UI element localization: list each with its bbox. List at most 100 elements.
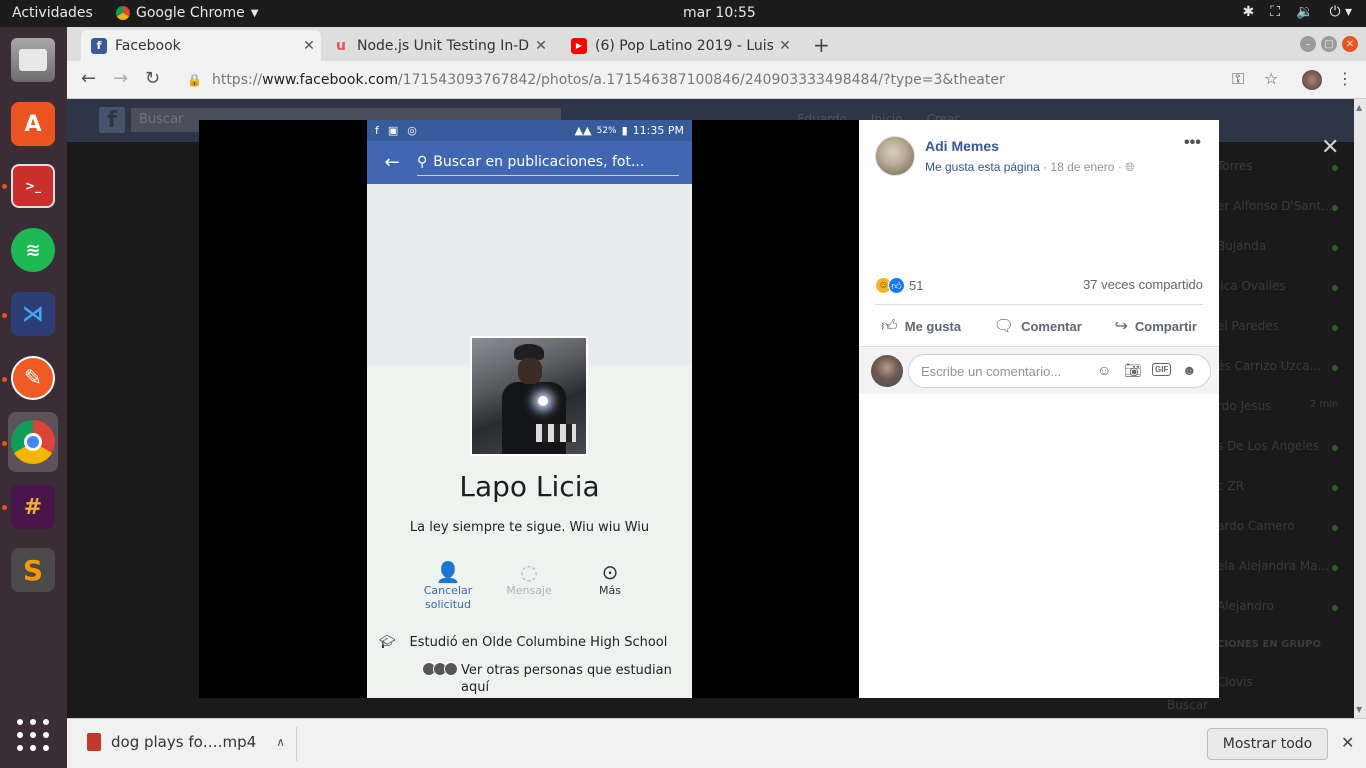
post-panel: Adi Memes Me gusta esta página · 18 de e… (859, 120, 1219, 698)
reload-icon[interactable]: ↻ (145, 68, 160, 89)
url-domain: www.facebook.com (262, 72, 398, 88)
reactions-summary[interactable]: ☺ 👍︎ 51 (875, 277, 923, 294)
address-bar[interactable]: 🔒 https://www.facebook.com/1715430937678… (187, 67, 1227, 93)
chat-search-input[interactable]: Buscar (1167, 698, 1208, 712)
tab-facebook[interactable]: f Facebook ✕ (81, 30, 321, 61)
page-name-link[interactable]: Adi Memes (925, 138, 999, 154)
message-action: ◌ Mensaje (489, 560, 569, 598)
action-label: Cancelar solicitud (423, 584, 473, 611)
new-tab-button[interactable]: + (813, 33, 830, 57)
key-icon[interactable]: ⚿ (1232, 69, 1244, 89)
minimize-icon[interactable]: – (1300, 36, 1316, 52)
chat-contact[interactable]: lica Ovalles (1217, 279, 1286, 293)
post-actions: 👍︎ Me gusta 🗨︎ Comentar ↪ Compartir (875, 308, 1203, 344)
dock-sublime[interactable]: S (8, 545, 58, 595)
chevron-up-icon[interactable]: ∧ (276, 735, 285, 749)
facebook-logo-icon[interactable]: f (99, 107, 125, 133)
dock-slack[interactable]: # (8, 482, 58, 532)
slack-tray-icon[interactable]: ✱ (1242, 4, 1254, 20)
dock-spotify[interactable]: ≋ (8, 225, 58, 275)
volume-icon[interactable]: 🔉 (1296, 4, 1313, 20)
close-tab-icon[interactable]: ✕ (297, 38, 321, 54)
like-page-link[interactable]: Me gusta esta página (925, 160, 1040, 174)
chat-sidebar-dimmed: Torres er Alfonso D'Sant... Bujanda lica Ov… (1167, 142, 1354, 718)
like-button[interactable]: 👍︎ Me gusta (875, 308, 967, 344)
classmates-row: Ver otras personas que estudian aquí (422, 662, 692, 696)
chat-contact[interactable]: rdo Jesus (1217, 399, 1272, 413)
sticker-icon[interactable]: ☻ (1182, 362, 1197, 378)
app-menu[interactable]: Google Chrome ▼ (116, 5, 258, 21)
globe-icon: 🌐︎ (1125, 160, 1135, 174)
close-tab-icon[interactable]: ✕ (529, 38, 553, 54)
chat-contact[interactable]: CIONES EN GRUPO (1217, 639, 1321, 650)
profile-actions: 👤 Cancelar solicitud ◌ Mensaje ⊙ Más (367, 560, 692, 620)
battery-level: 52% (596, 125, 617, 136)
chat-contact[interactable]: és Carrizo Uzca... (1217, 359, 1321, 373)
more-options-icon[interactable]: ••• (1184, 134, 1201, 152)
downloads-shelf: dog plays fo….mp4 ∧ Mostrar todo ✕ (67, 718, 1366, 768)
page-avatar[interactable] (875, 136, 915, 176)
battery-icon: ▮ (621, 124, 628, 137)
close-theater-icon[interactable]: ✕ (1321, 135, 1339, 160)
share-button[interactable]: ↪ Compartir (1108, 308, 1203, 344)
camera-icon[interactable]: 📷︎ (1124, 362, 1142, 379)
profile-avatar[interactable] (1302, 70, 1322, 90)
chat-contact[interactable]: s De Los Angeles (1217, 439, 1319, 453)
gif-icon[interactable]: GIF (1152, 363, 1172, 376)
close-tab-icon[interactable]: ✕ (773, 38, 797, 54)
chat-contact[interactable]: Bujanda (1217, 239, 1266, 253)
chat-contact[interactable]: Clovis (1217, 675, 1253, 689)
maximize-icon[interactable]: □ (1321, 36, 1337, 52)
scroll-up-icon[interactable]: ▲ (1356, 103, 1362, 112)
chat-contact[interactable]: el Paredes (1217, 319, 1279, 333)
dock-postman[interactable]: ✎ (8, 353, 58, 403)
activities-button[interactable]: Actividades (12, 5, 93, 21)
divider (296, 727, 297, 761)
tab-nodejs[interactable]: u Node.js Unit Testing In-De ✕ (323, 30, 553, 61)
dock-files[interactable] (8, 35, 58, 85)
system-tray[interactable]: ✱ ⛶ 🔉 ⏻ ▾ (1242, 4, 1352, 20)
dock-software[interactable]: A (8, 99, 58, 149)
post-date[interactable]: 18 de enero (1050, 160, 1114, 174)
comment-composer: Escribe un comentario... ☺ 📷︎ GIF ☻ (859, 346, 1219, 394)
page-scrollbar[interactable]: ▲ ▼ (1354, 99, 1366, 718)
chat-contact[interactable]: Torres (1217, 159, 1253, 173)
running-indicator (2, 184, 7, 189)
chat-contact[interactable]: er Alfonso D'Sant... (1217, 199, 1333, 213)
scroll-down-icon[interactable]: ▼ (1356, 705, 1362, 714)
app-menu-label: Google Chrome (136, 5, 245, 21)
menu-icon[interactable]: ⋮ (1337, 69, 1353, 88)
online-indicator (1332, 605, 1338, 611)
chat-contact[interactable]: ardo Camero (1217, 519, 1295, 533)
profile-bio: La ley siempre te sigue. Wiu wiu Wiu (409, 520, 650, 535)
chat-contact[interactable]: Alejandro (1217, 599, 1274, 613)
terminal-icon: >_ (11, 164, 55, 208)
network-icon[interactable]: ⛶ (1270, 4, 1280, 20)
lock-icon: 🔒 (187, 73, 202, 87)
back-icon[interactable]: ← (81, 68, 96, 89)
online-indicator (1332, 525, 1338, 531)
forward-icon[interactable]: → (113, 68, 128, 89)
photo-content[interactable]: f ▣ ◎ ▲▲ 52% ▮ 11:35 PM ← ⚲ Buscar en publicac… (367, 120, 692, 698)
dock-vscode[interactable]: ⋊ (8, 289, 58, 339)
tab-youtube[interactable]: ▶ (6) Pop Latino 2019 - Luis ✕ (561, 30, 797, 61)
window-controls: – □ ✕ (1300, 36, 1358, 52)
shares-count[interactable]: 37 veces compartido (1083, 277, 1203, 292)
show-all-button[interactable]: Mostrar todo (1207, 728, 1328, 760)
dock-chrome[interactable] (8, 412, 58, 472)
emoji-icon[interactable]: ☺ (1097, 362, 1111, 378)
bookmark-star-icon[interactable]: ☆ (1264, 69, 1278, 88)
action-label: Mensaje (506, 584, 552, 597)
tab-title: Facebook (115, 37, 181, 54)
like-reaction-icon: 👍︎ (888, 277, 905, 294)
dock-terminal[interactable]: >_ (8, 161, 58, 211)
download-item[interactable]: dog plays fo….mp4 ∧ (87, 733, 285, 751)
chat-contact[interactable]: ela Alejandra Ma... (1217, 559, 1329, 573)
close-window-icon[interactable]: ✕ (1342, 36, 1358, 52)
comment-button[interactable]: 🗨︎ Comentar (988, 308, 1088, 344)
close-shelf-icon[interactable]: ✕ (1341, 733, 1354, 752)
show-applications-icon[interactable] (17, 719, 49, 751)
clock[interactable]: mar 10:55 (683, 5, 756, 21)
power-icon[interactable]: ⏻ ▾ (1329, 4, 1352, 20)
chat-contact[interactable]: c ZR (1217, 479, 1244, 493)
